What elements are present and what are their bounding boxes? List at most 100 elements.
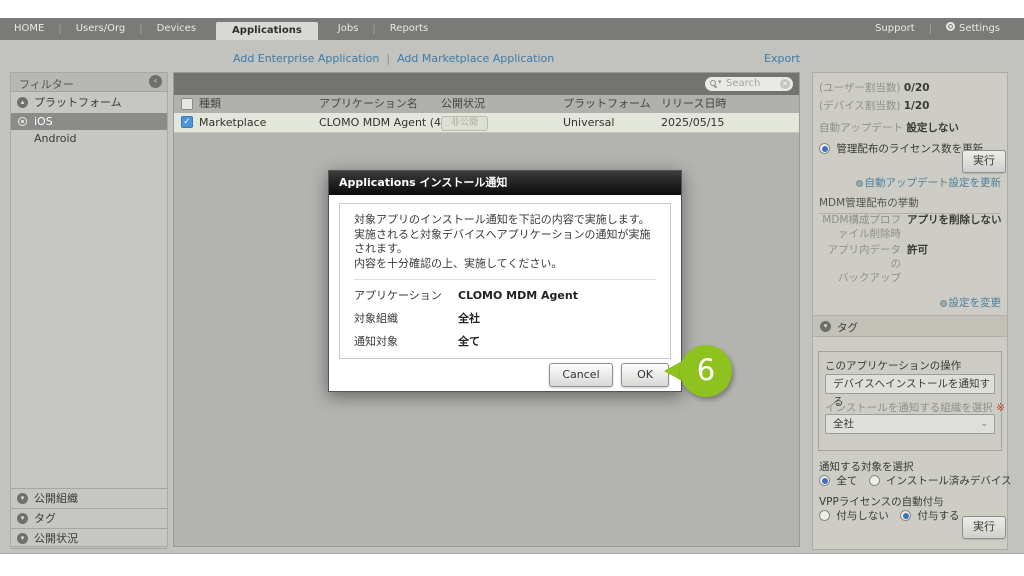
search-placeholder: Search [726,78,760,89]
table-toolbar: ▾ Search ✕ [174,73,799,95]
cell-platform: Universal [563,113,614,132]
select-chevron-icon: ⌄ [980,375,988,393]
nav-devices[interactable]: Devices [143,18,210,40]
sidebar-section-public-org[interactable]: ▾ 公開組織 [11,488,167,508]
sidebar-section-platform[interactable]: ▴ プラットフォーム [11,94,167,111]
vpp-radios: 付与しない 付与する [819,508,960,523]
search-icon [710,80,716,86]
clomo-admin-screen: HOME | Users/Org | Devices Applications … [0,0,1024,576]
execute-license-update-button[interactable]: 実行 [962,150,1006,173]
modal-intro-line: 実施されると対象デバイスへアプリケーションの通知が実施されます。 [354,228,656,257]
organization-select[interactable]: 全社 ⌄ [825,414,995,434]
nav-home[interactable]: HOME [0,18,58,40]
execute-notify-button[interactable]: 実行 [962,516,1006,539]
tag-section-header[interactable]: ▾ タグ [813,315,1007,337]
sidebar-section-public-status[interactable]: ▾ 公開状況 [11,528,167,549]
select-all-checkbox[interactable] [181,98,193,110]
nav-tab-applications-active[interactable]: Applications [216,22,318,40]
radio-selected-icon[interactable] [900,510,911,521]
device-quota: (デバイス割当数) 1/20 [819,98,930,113]
notify-target-radios: 全て インストール済みデバイス [819,473,1012,488]
app-detail-panel: (ユーザー割当数) 0/20 (デバイス割当数) 1/20 自動アップデート 設… [812,72,1008,550]
cancel-button[interactable]: Cancel [549,363,613,387]
column-header[interactable]: リリース日時 [661,95,726,113]
clear-search-icon[interactable]: ✕ [780,79,790,89]
selected-target-icon [18,117,27,126]
required-mark: ※ [996,402,1005,414]
application-operation-box: このアプリケーションの操作 デバイスへインストールを通知する ⌄ インストールを… [818,351,1002,451]
autoupdate-settings-link[interactable]: 自動アップデート設定を更新 [856,175,1002,190]
autoupdate-setting: 自動アップデート 設定しない [819,120,959,135]
nav-reports[interactable]: Reports [376,18,442,40]
chevron-down-icon: ▾ [820,321,831,332]
operation-select[interactable]: デバイスへインストールを通知する ⌄ [825,374,995,394]
search-scope-caret-icon[interactable]: ▾ [718,78,722,86]
step-number: 6 [680,353,732,387]
section-label: 公開状況 [34,529,78,548]
radio-selected-icon[interactable] [819,475,830,486]
user-quota: (ユーザー割当数) 0/20 [819,80,930,95]
modal-detail-row: VPPライセンスの自動付与付与する [354,358,656,359]
sidebar-section-tags[interactable]: ▾ タグ [11,508,167,528]
nav-users-org[interactable]: Users/Org [62,18,140,40]
appdata-backup-row: アプリ内データのバックアップ 許可 [819,243,1003,285]
vpp-label: VPPライセンスの自動付与 [819,494,944,509]
platform-section-label: プラットフォーム [34,94,122,111]
collapse-left-icon[interactable]: ‹ [149,75,162,88]
mdm-section-header: MDM管理配布の挙動 [819,195,1001,214]
link-bullet-icon [940,300,947,307]
radio-unselected-icon[interactable] [869,475,880,486]
column-header[interactable]: プラットフォーム [563,95,651,113]
row-checkbox-checked[interactable]: ✓ [181,116,193,128]
nav-right-group: Support | Settings [861,18,1014,40]
table-header-row: 種類 アプリケーション名 公開状況 プラットフォーム リリース日時 [174,95,799,114]
radio-selected-icon[interactable] [819,143,830,154]
section-label: タグ [34,509,56,528]
sidebar-item-ios-selected[interactable]: iOS [11,113,167,130]
search-input[interactable]: ▾ Search ✕ [705,77,793,91]
chevron-down-icon: ▾ [17,493,28,504]
gear-icon [946,22,955,31]
platform-option-label: iOS [34,113,53,130]
nav-settings[interactable]: Settings [932,18,1014,40]
add-enterprise-application-link[interactable]: Add Enterprise Application [233,52,379,65]
select-chevron-icon: ⌄ [980,415,988,433]
modal-body: 対象アプリのインストール通知を下記の内容で実施します。 実施されると対象デバイス… [339,203,671,359]
platform-option-label: Android [34,130,77,147]
change-settings-link[interactable]: 設定を変更 [940,295,1002,310]
step-annotation-badge: 6 [680,345,732,397]
cell-release-date: 2025/05/15 [661,113,724,132]
install-notify-modal: Applications インストール通知 対象アプリのインストール通知を下記の… [328,170,682,392]
column-header[interactable]: 種類 [199,95,221,113]
modal-detail-row: アプリケーションCLOMO MDM Agent [354,289,656,303]
section-label: 公開組織 [34,489,78,508]
filter-header: フィルター ‹ [11,73,167,92]
modal-divider [354,279,656,280]
chevron-down-icon: ▾ [17,513,28,524]
modal-detail-row: 対象組織全社 [354,312,656,326]
nav-jobs[interactable]: Jobs [324,18,373,40]
sidebar-item-android[interactable]: Android [11,130,167,147]
notify-target-label: 通知する対象を選択 [819,459,914,474]
chevron-down-icon: ▾ [17,533,28,544]
modal-title-bar: Applications インストール通知 [329,171,681,195]
org-select-label: インストールを通知する組織を選択 ※ [825,400,1005,415]
filter-sidebar: フィルター ‹ ▴ プラットフォーム iOS Android ▾ 公開組織 ▾ … [10,72,168,547]
ok-button[interactable]: OK [621,363,669,387]
link-bullet-icon [856,180,863,187]
column-header[interactable]: アプリケーション名 [319,95,418,113]
chevron-up-icon: ▴ [17,97,28,108]
add-marketplace-application-link[interactable]: Add Marketplace Application [397,52,554,65]
table-row[interactable]: ✓ Marketplace CLOMO MDM Agent (4.4.0) 非公… [174,113,799,133]
export-link[interactable]: Export [764,52,800,65]
modal-intro-line: 内容を十分確認の上、実施してください。 [354,257,656,272]
subheader-actions: Add Enterprise Application | Add Marketpla… [233,52,554,65]
radio-unselected-icon[interactable] [819,510,830,521]
license-update-radio-row[interactable]: 管理配布のライセンス数を更新 [819,141,983,156]
modal-intro-line: 対象アプリのインストール通知を下記の内容で実施します。 [354,213,656,228]
nav-support[interactable]: Support [861,18,929,40]
column-header[interactable]: 公開状況 [441,95,485,113]
status-badge: 非公開 [441,115,488,131]
operation-title: このアプリケーションの操作 [825,358,961,373]
link-separator: | [386,52,390,65]
